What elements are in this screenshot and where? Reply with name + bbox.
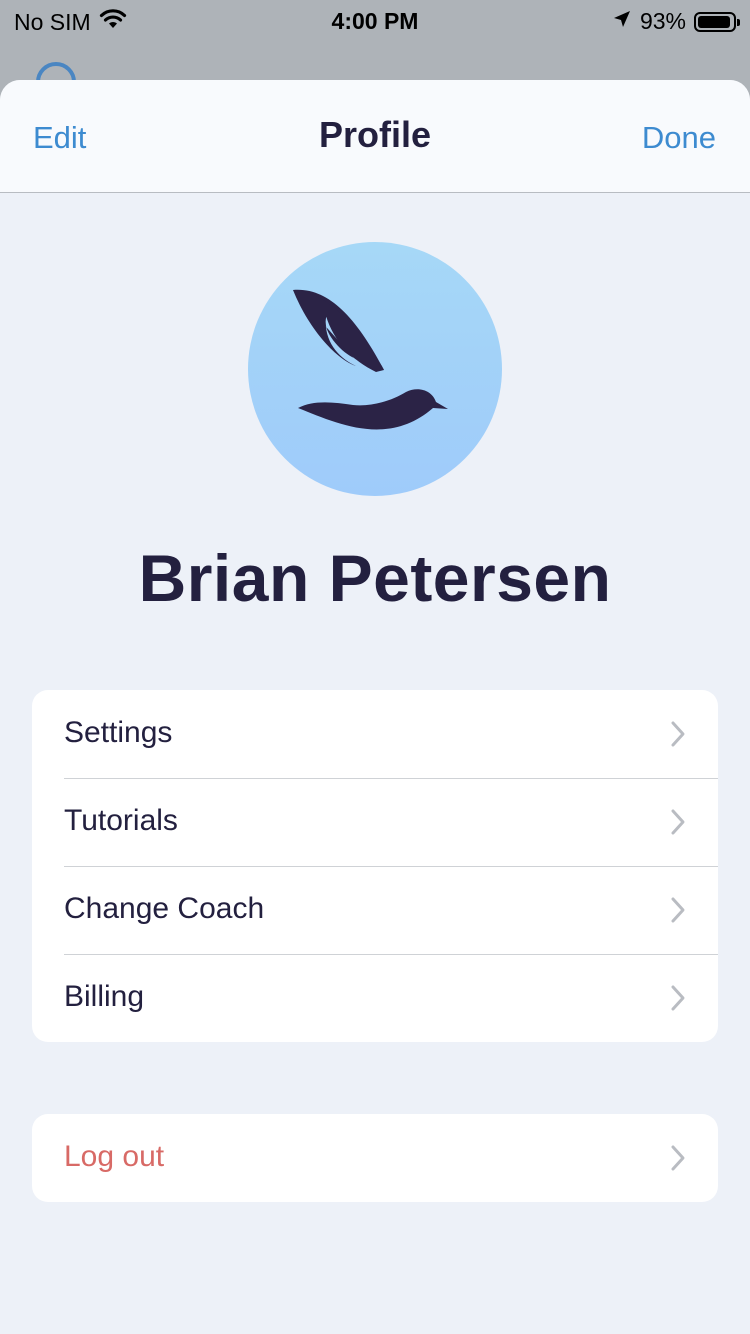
avatar[interactable] [248, 242, 502, 496]
battery-fill [698, 15, 730, 28]
menu-item-billing[interactable]: Billing [32, 954, 718, 1042]
user-name: Brian Petersen [138, 541, 612, 615]
menu-item-label: Billing [64, 980, 145, 1013]
menu-item-tutorials[interactable]: Tutorials [32, 778, 718, 866]
profile-menu: Settings Tutorials Change Coach Billing [32, 690, 718, 1042]
profile-sheet: Edit Profile Done Brian Petersen Setting… [0, 80, 750, 1334]
menu-item-change-coach[interactable]: Change Coach [32, 866, 718, 954]
page-title: Profile [318, 114, 432, 155]
done-button[interactable]: Done [642, 120, 716, 156]
battery-percent: 93% [639, 8, 686, 34]
chevron-right-icon [671, 897, 685, 923]
chevron-right-icon [671, 985, 685, 1011]
menu-item-settings[interactable]: Settings [32, 690, 718, 778]
logout-label: Log out [64, 1140, 165, 1173]
status-right: 93% [612, 8, 740, 35]
logout-card: Log out [32, 1114, 718, 1202]
menu-item-label: Tutorials [64, 804, 178, 837]
status-bar: No SIM 4:00 PM 93% [0, 0, 750, 40]
chevron-right-icon [671, 721, 685, 747]
nav-bar: Edit Profile Done [0, 80, 750, 193]
chevron-right-icon [671, 809, 685, 835]
logout-button[interactable]: Log out [32, 1114, 718, 1202]
location-arrow-icon [612, 8, 632, 35]
menu-item-label: Change Coach [64, 892, 265, 925]
menu-item-label: Settings [64, 716, 173, 749]
battery-icon [694, 11, 740, 32]
chevron-right-icon [671, 1145, 685, 1171]
bird-logo-icon [293, 289, 448, 430]
